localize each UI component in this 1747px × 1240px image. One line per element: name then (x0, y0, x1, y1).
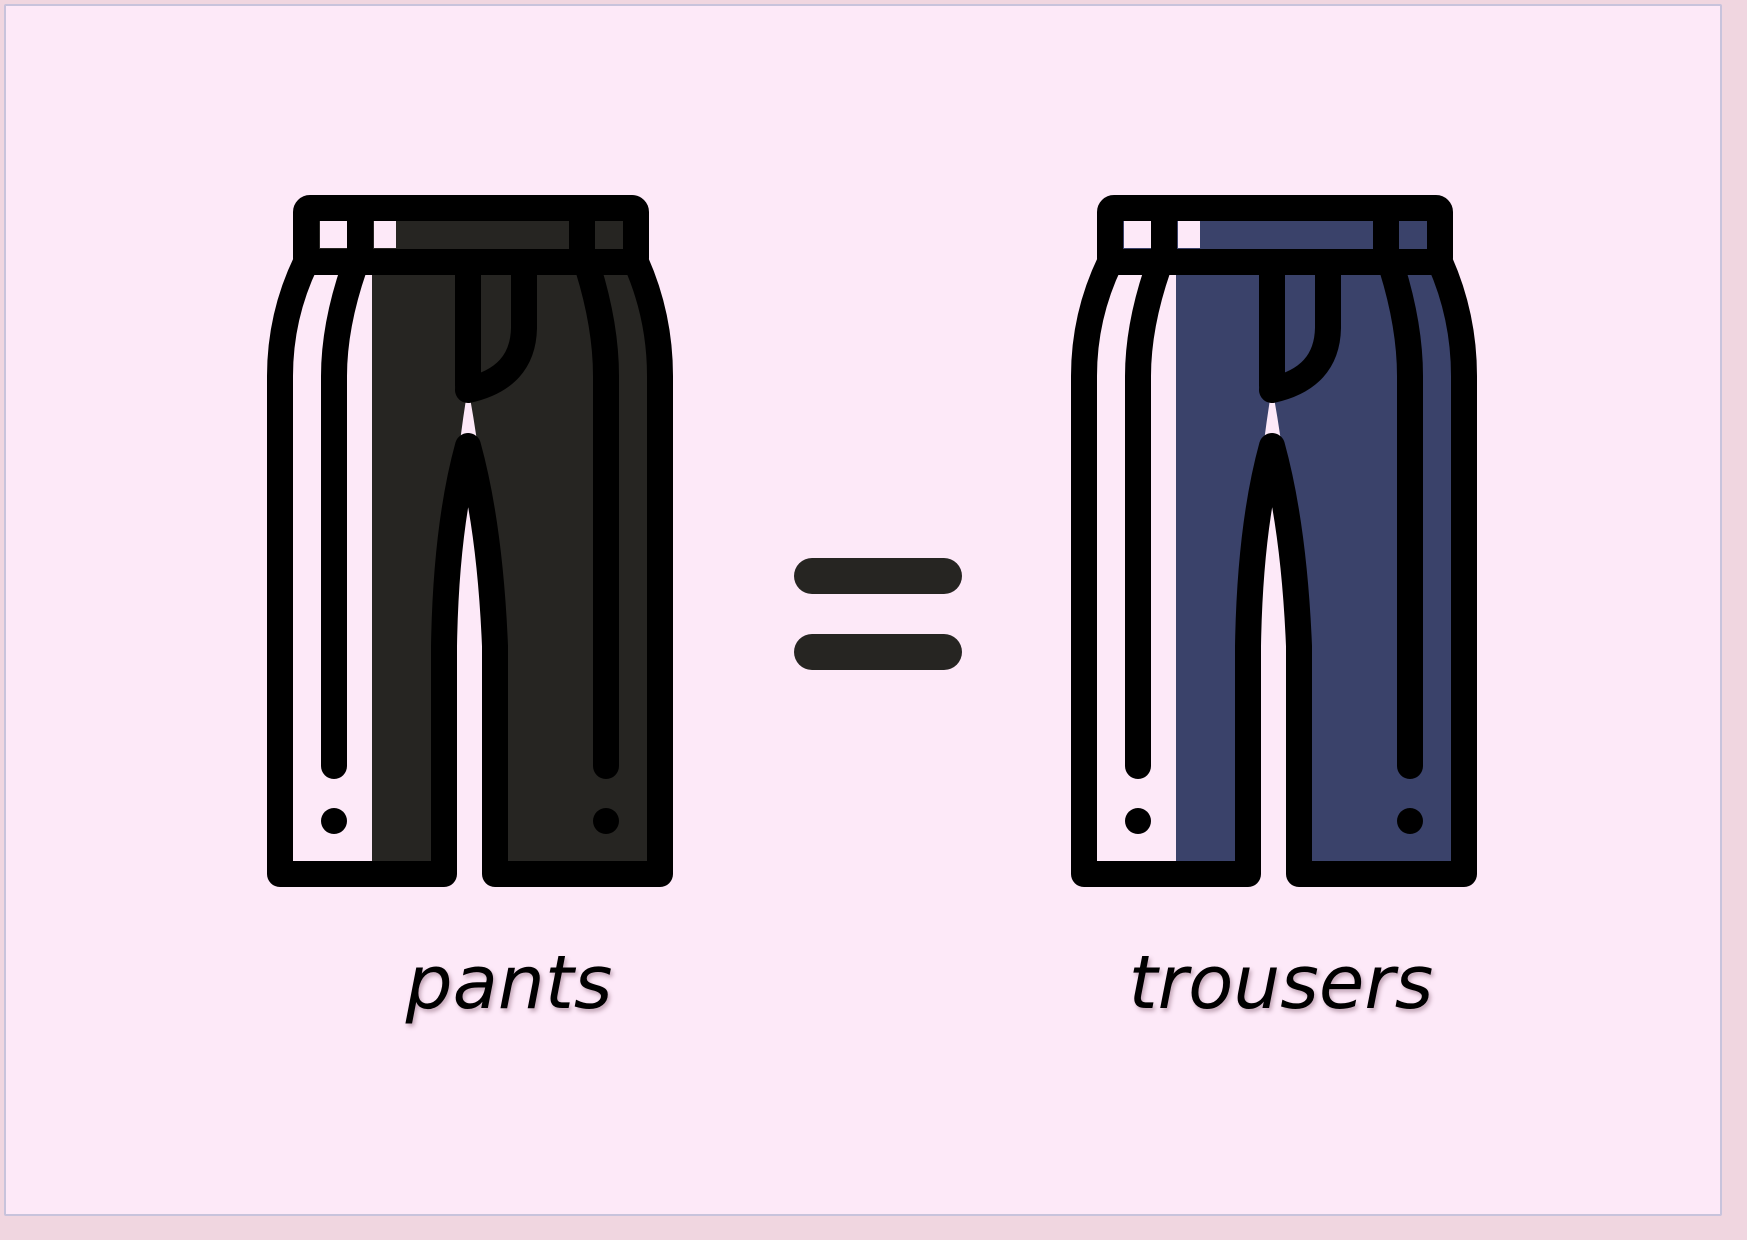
trousers-label: trousers (1128, 940, 1434, 1026)
illustration (6, 6, 1720, 1214)
flashcard: pants trousers (4, 4, 1722, 1216)
pants-label: pants (405, 940, 613, 1026)
